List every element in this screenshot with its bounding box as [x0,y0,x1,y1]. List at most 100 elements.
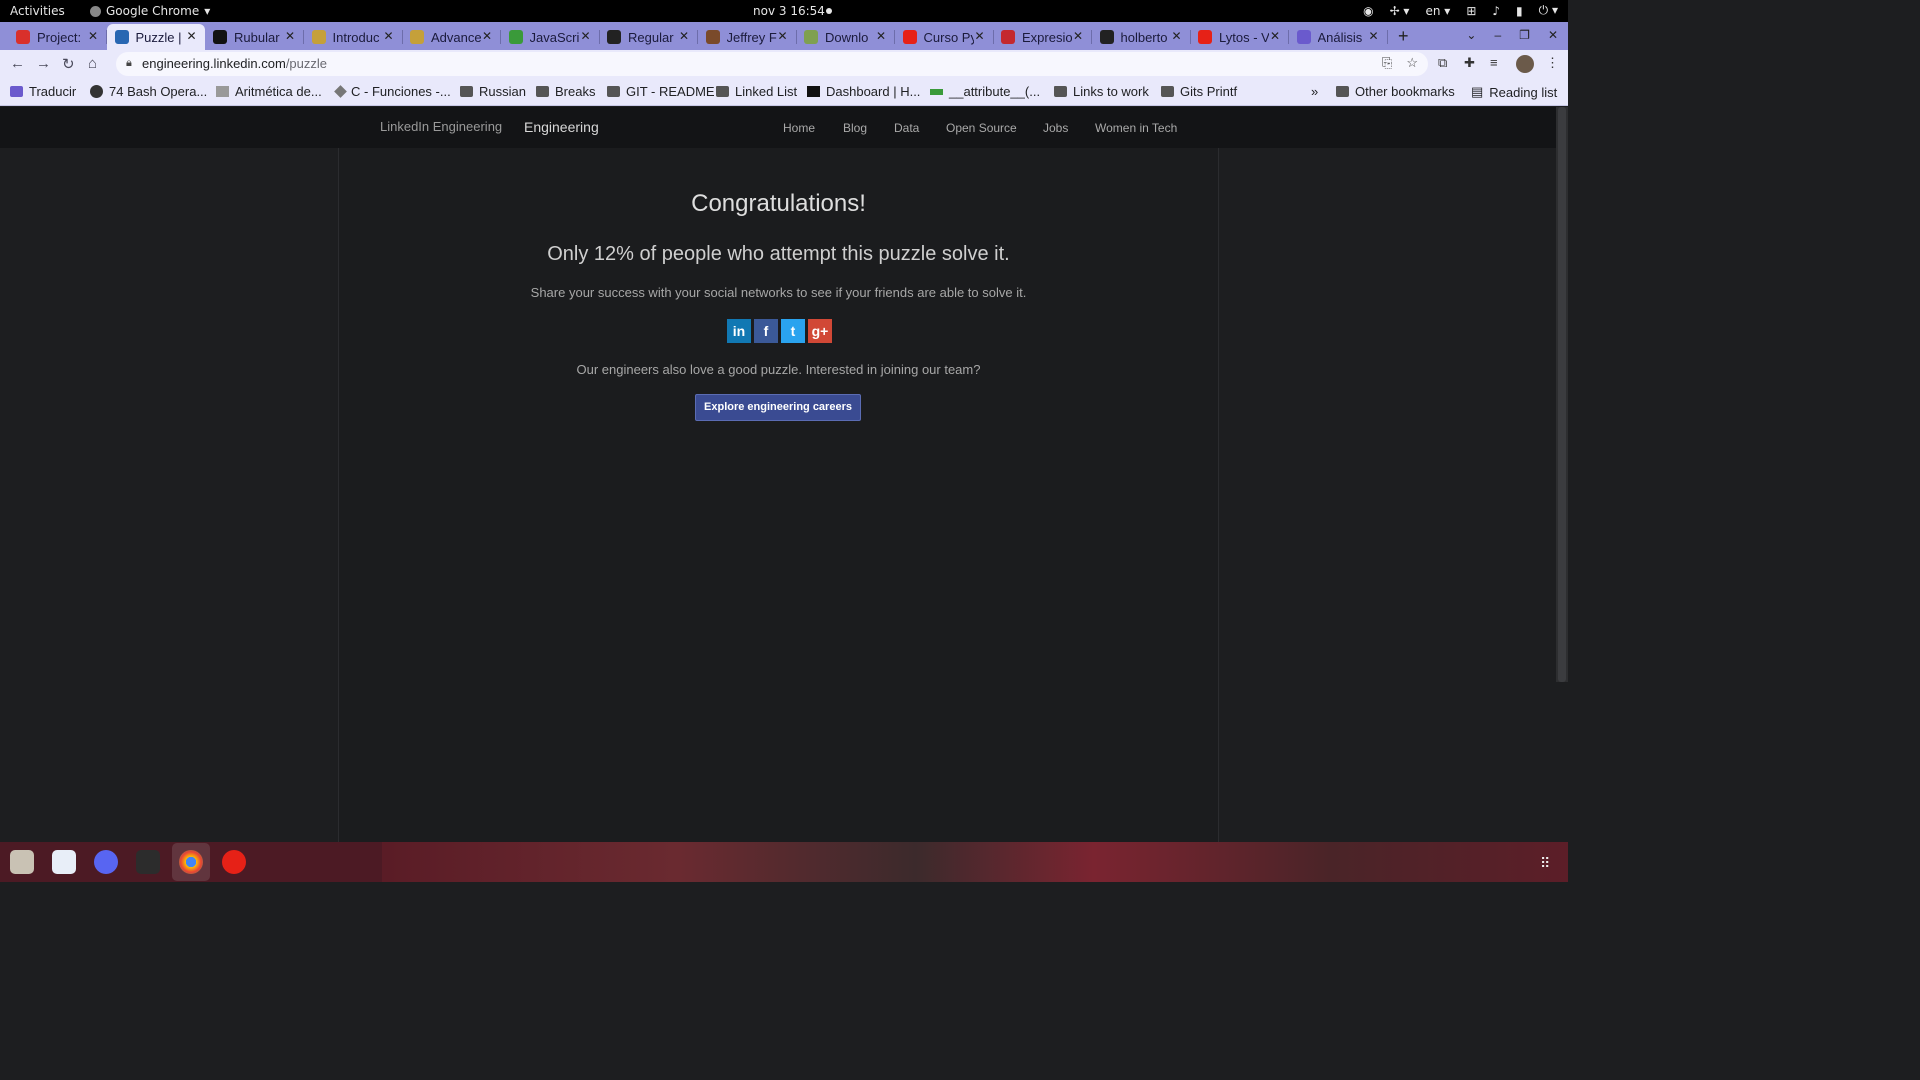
tab-close-icon[interactable]: ✕ [383,29,393,43]
twitter-share-icon[interactable]: t [781,319,805,343]
profile-avatar[interactable] [1516,55,1534,73]
bookmark-item[interactable]: Russian [460,84,526,99]
files-icon[interactable] [10,850,34,874]
minimize-icon[interactable]: – [1494,28,1501,42]
tab-title: Regular [628,29,674,45]
extensions-puzzle-icon[interactable]: ✚ [1464,55,1475,71]
reload-icon[interactable]: ↻ [62,55,75,73]
network-icon[interactable]: ⊞ [1466,4,1476,18]
tab-item[interactable]: Puzzle | L✕ [106,24,205,50]
page-scrollbar[interactable] [1556,107,1568,682]
bookmark-item[interactable]: C - Funciones -... [334,84,451,99]
chrome-icon[interactable] [179,850,203,874]
language-indicator[interactable]: en ▾ [1425,4,1450,18]
bookmark-item[interactable]: __attribute__(... [930,84,1040,99]
tab-item[interactable]: JavaScri ✕ [501,24,600,50]
volume-icon[interactable]: ♪ [1492,4,1500,18]
home-icon[interactable]: ⌂ [88,55,97,72]
tab-item[interactable]: Advance ✕ [402,24,501,50]
tab-title: Puzzle | L [135,29,186,45]
tab-item[interactable]: Downlo ✕ [796,24,895,50]
app-grid-icon[interactable]: ⠿ [1540,855,1550,872]
translate-extension-icon[interactable]: ⧉ [1438,55,1447,71]
reading-list-label: Reading list [1489,84,1558,100]
nav-home[interactable]: Home [783,121,815,135]
facebook-share-icon[interactable]: f [754,319,778,343]
tab-close-icon[interactable]: ✕ [580,29,590,43]
other-bookmarks[interactable]: Other bookmarks [1336,84,1455,99]
tab-item[interactable]: Regular ✕ [599,24,698,50]
tab-item[interactable]: Lytos - V ✕ [1190,24,1289,50]
bookmark-item[interactable]: GIT - README [607,84,715,99]
accessibility-icon[interactable]: ✢ ▾ [1390,4,1410,18]
tab-close-icon[interactable]: ✕ [679,29,689,43]
scrollbar-thumb[interactable] [1558,107,1566,682]
terminal-icon[interactable] [136,850,160,874]
linkedin-share-icon[interactable]: in [727,319,751,343]
power-icon[interactable]: ⏻ ▾ [1539,3,1558,18]
discord-tray-icon[interactable]: ◉ [1363,4,1373,18]
bookmark-item[interactable]: 74 Bash Opera... [90,84,207,99]
tab-item[interactable]: Expresio ✕ [993,24,1092,50]
media-queue-icon[interactable]: ≡ [1490,55,1498,70]
tab-search-icon[interactable]: ⌄ [1466,28,1476,42]
restore-icon[interactable]: ❐ [1519,28,1530,42]
app-menu[interactable]: Google Chrome ▾ [90,4,210,18]
close-window-icon[interactable]: ✕ [1548,28,1558,42]
nav-data[interactable]: Data [894,121,919,135]
google-share-icon[interactable]: g+ [808,319,832,343]
clock[interactable]: nov 3 16:54 [753,4,825,18]
new-tab-button[interactable]: + [1398,26,1409,47]
lock-icon[interactable]: 🔒︎ [126,57,132,70]
explore-careers-button[interactable]: Explore engineering careers [695,394,861,421]
tab-close-icon[interactable]: ✕ [1171,29,1181,43]
linkedin-engineering-logo[interactable]: LinkedIn Engineering [380,119,502,134]
tab-item[interactable]: Rubular ✕ [205,24,304,50]
tab-close-icon[interactable]: ✕ [876,29,886,43]
system-tray[interactable]: ◉ ✢ ▾ en ▾ ⊞ ♪ ▮ ⏻ ▾ [1363,3,1558,18]
nav-women-in-tech[interactable]: Women in Tech [1095,121,1177,135]
nav-open-source[interactable]: Open Source [946,121,1017,135]
bookmark-item[interactable]: Traducir [10,84,76,99]
discord-icon[interactable] [94,850,118,874]
tab-close-icon[interactable]: ✕ [88,29,98,43]
tab-close-icon[interactable]: ✕ [186,29,196,43]
tab-item[interactable]: Project: ✕ [8,24,107,50]
tab-item[interactable]: Introduc ✕ [304,24,403,50]
bookmark-item[interactable]: Dashboard | H... [807,84,920,99]
tab-close-icon[interactable]: ✕ [285,29,295,43]
nav-jobs[interactable]: Jobs [1043,121,1068,135]
reading-list[interactable]: ▤ Reading list [1471,84,1557,100]
site-brand[interactable]: Engineering [524,119,599,135]
bookmark-item[interactable]: Aritmética de... [216,84,322,99]
bookmark-item[interactable]: Breaks [536,84,595,99]
bookmark-star-icon[interactable]: ☆ [1406,55,1418,71]
bookmark-item[interactable]: Gits Printf [1161,84,1237,99]
more-bookmarks-button[interactable]: » [1311,84,1318,99]
tab-item[interactable]: Jeffrey F ✕ [698,24,797,50]
youtube-music-icon[interactable] [222,850,246,874]
tab-close-icon[interactable]: ✕ [1073,29,1083,43]
activities-button[interactable]: Activities [10,4,65,18]
tab-close-icon[interactable]: ✕ [482,29,492,43]
tab-item[interactable]: Curso Py ✕ [895,24,994,50]
tab-close-icon[interactable]: ✕ [777,29,787,43]
text-editor-icon[interactable] [52,850,76,874]
translate-icon[interactable]: ⎘ [1382,55,1392,71]
tab-separator [1386,30,1388,44]
tab-item[interactable]: Análisis ✕ [1289,24,1388,50]
menu-kebab-icon[interactable]: ⋮ [1546,55,1559,71]
address-bar[interactable]: 🔒︎ engineering.linkedin.com/puzzle ⎘ ☆ [116,52,1428,76]
nav-blog[interactable]: Blog [843,121,867,135]
url-text[interactable]: engineering.linkedin.com/puzzle [142,56,327,71]
bookmark-item[interactable]: Links to work [1054,84,1149,99]
recording-dot-icon [826,8,832,14]
back-icon[interactable]: ← [10,55,25,72]
tab-close-icon[interactable]: ✕ [1368,29,1378,43]
tab-item[interactable]: holberto ✕ [1092,24,1191,50]
tab-close-icon[interactable]: ✕ [1270,29,1280,43]
forward-icon[interactable]: → [36,55,51,72]
bookmark-item[interactable]: Linked List [716,84,797,99]
tab-close-icon[interactable]: ✕ [974,29,984,43]
microphone-icon[interactable]: ▮ [1516,4,1523,18]
